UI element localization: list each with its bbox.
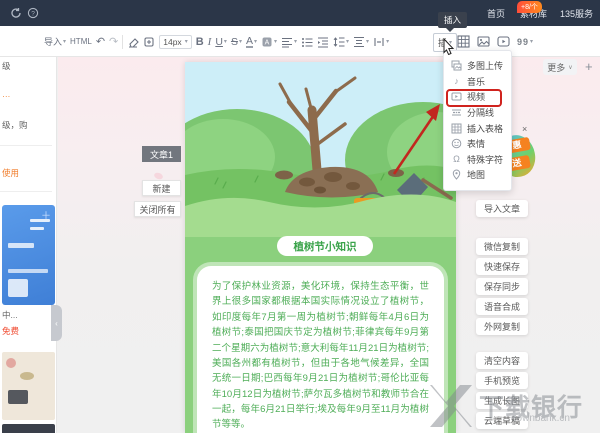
eraser-icon[interactable]	[127, 36, 140, 48]
menu-item-label: 视频	[467, 92, 486, 103]
chevron-down-icon: ▾	[63, 39, 67, 45]
sidebar-text-fragment: 级	[2, 61, 11, 71]
table-icon	[451, 123, 462, 134]
svg-text:?: ?	[31, 10, 35, 17]
menu-item-label: 多图上传	[467, 61, 504, 72]
chevron-down-icon: ▾	[184, 39, 188, 45]
insert-image-icon[interactable]	[477, 35, 490, 48]
strikethrough-dropdown[interactable]: S ▾	[231, 36, 242, 48]
music-icon: ♪	[454, 75, 459, 86]
cloud-draft-button[interactable]: 云端草稿	[476, 412, 528, 429]
insert-dropdown-menu: 多图上传 ♪ 音乐 视频 分隔线 插入表格 表情 Ω 特殊字符 地图	[443, 50, 512, 191]
undo-icon[interactable]: ↶	[96, 35, 105, 48]
tab-article-1[interactable]: 文章1	[142, 146, 181, 162]
editor-app: ? 首页 素材库 135服务 +8/个 导入 ▾ HTML ↶ ↷ 14px ▾ B…	[0, 0, 600, 433]
menu-item-special-characters[interactable]: Ω 特殊字符	[444, 152, 511, 168]
omega-icon: Ω	[453, 153, 460, 164]
materials-count-badge: +8/个	[517, 1, 542, 13]
menu-item-multi-image-upload[interactable]: 多图上传	[444, 58, 511, 74]
toolbar-divider	[122, 34, 124, 49]
mouse-cursor-icon	[443, 38, 455, 55]
menu-item-video[interactable]: 视频	[444, 89, 511, 105]
divider-icon	[451, 107, 462, 118]
save-sync-button[interactable]: 保存同步	[476, 278, 528, 295]
menu-item-map[interactable]: 地图	[444, 167, 511, 183]
clear-format-icon[interactable]	[143, 36, 155, 48]
menu-item-label: 插入表格	[467, 123, 504, 134]
sidebar-collapse-handle[interactable]: ‹	[51, 305, 62, 341]
insert-tooltip: 插入	[438, 12, 468, 32]
template-thumbnail-beige[interactable]	[2, 352, 55, 420]
media-icon[interactable]	[497, 35, 510, 48]
help-icon[interactable]: ?	[27, 7, 39, 19]
sidebar-divider	[0, 145, 52, 146]
external-copy-button[interactable]: 外网复制	[476, 318, 528, 335]
html-button[interactable]: HTML	[70, 37, 92, 46]
map-pin-icon	[451, 169, 462, 181]
sidebar-text-fragment-orange: …	[2, 89, 11, 99]
close-all-button[interactable]: 关闭所有	[134, 201, 181, 217]
menu-item-label: 表情	[467, 139, 486, 150]
import-article-button[interactable]: 导入文章	[476, 200, 528, 217]
article-page[interactable]: 植树节小知识 为了保护林业资源，美化环境，保持生态平衡，世界上很多国家都根据本国…	[185, 62, 456, 433]
sidebar-text-fragment: 级，购	[2, 120, 28, 130]
free-badge: 免费	[2, 326, 20, 336]
mobile-preview-button[interactable]: 手机预览	[476, 372, 528, 389]
menu-item-label: 分隔线	[467, 108, 495, 119]
template-thumbnail-dark[interactable]	[2, 424, 55, 433]
sidebar-use-link[interactable]: 使用	[2, 167, 19, 179]
nav-home-link[interactable]: 首页	[487, 7, 505, 20]
indent-icon[interactable]	[317, 36, 329, 48]
svg-text:A: A	[265, 39, 270, 46]
menu-item-music[interactable]: ♪ 音乐	[444, 74, 511, 90]
menu-item-insert-table[interactable]: 插入表格	[444, 120, 511, 136]
emoji-icon	[451, 138, 462, 149]
font-color-dropdown[interactable]: A ▾	[245, 35, 257, 48]
template-thumbnail-blue[interactable]: ＋	[2, 205, 55, 305]
redo-icon[interactable]: ↷	[109, 35, 118, 48]
line-height-dropdown[interactable]: ▾	[333, 36, 349, 48]
menu-item-divider-line[interactable]: 分隔线	[444, 105, 511, 121]
menu-item-label: 音乐	[467, 76, 486, 87]
clear-content-button[interactable]: 清空内容	[476, 352, 528, 369]
nav-135service-link[interactable]: 135服务	[560, 7, 593, 20]
bold-button[interactable]: B	[196, 36, 204, 48]
template-sidebar: 级 … 级，购 使用 ＋ 中... 免费	[0, 57, 57, 433]
underline-dropdown[interactable]: U ▾	[215, 36, 227, 48]
letter-spacing-dropdown[interactable]: ▾	[373, 36, 389, 48]
article-title-badge: 植树节小知识	[277, 236, 373, 256]
paragraph-spacing-dropdown[interactable]: ▾	[353, 36, 369, 48]
wechat-copy-button[interactable]: 微信复制	[476, 238, 528, 255]
toolbar-left-group: 导入 ▾ HTML ↶ ↷ 14px ▾ B I U ▾ S ▾ A ▾ A ▾ ▾ ▾ ▾…	[44, 26, 389, 57]
menu-item-label: 地图	[467, 170, 486, 181]
article-body-text: 为了保护林业资源，美化环境，保持生态平衡，世界上很多国家都根据本国实际情况设立了…	[212, 281, 429, 431]
bg-color-dropdown[interactable]: A ▾	[261, 36, 277, 48]
top-navigation-bar: ? 首页 素材库 135服务 +8/个	[0, 0, 600, 26]
quick-save-button[interactable]: 快速保存	[476, 258, 528, 275]
font-size-select[interactable]: 14px ▾	[159, 34, 192, 49]
new-article-button[interactable]: 新建	[142, 180, 181, 196]
align-dropdown[interactable]: ▾	[281, 36, 297, 48]
template-caption: 中...	[2, 310, 18, 320]
add-toolbar-plus-button[interactable]: +	[585, 59, 593, 74]
article-text-card[interactable]: 为了保护林业资源，美化环境，保持生态平衡，世界上很多国家都根据本国实际情况设立了…	[197, 266, 444, 433]
video-icon	[451, 91, 462, 102]
refresh-icon[interactable]	[10, 7, 22, 19]
promo-close-icon[interactable]: ×	[522, 124, 527, 134]
sidebar-divider	[0, 191, 52, 192]
italic-button[interactable]: I	[208, 36, 212, 48]
generate-long-image-button[interactable]: 生成长图	[476, 392, 528, 409]
insert-table-icon[interactable]	[457, 35, 470, 48]
import-dropdown[interactable]: 导入 ▾	[44, 35, 66, 48]
menu-item-label: 特殊字符	[467, 154, 504, 165]
bullet-list-icon[interactable]	[301, 36, 313, 48]
speech-synthesis-button[interactable]: 语音合成	[476, 298, 528, 315]
tree-planting-illustration	[185, 62, 456, 237]
quote-dropdown[interactable]: 99 ▾	[517, 37, 533, 47]
more-button[interactable]: 更多 ∨	[543, 59, 577, 75]
images-icon	[451, 60, 462, 71]
menu-item-emoji[interactable]: 表情	[444, 136, 511, 152]
